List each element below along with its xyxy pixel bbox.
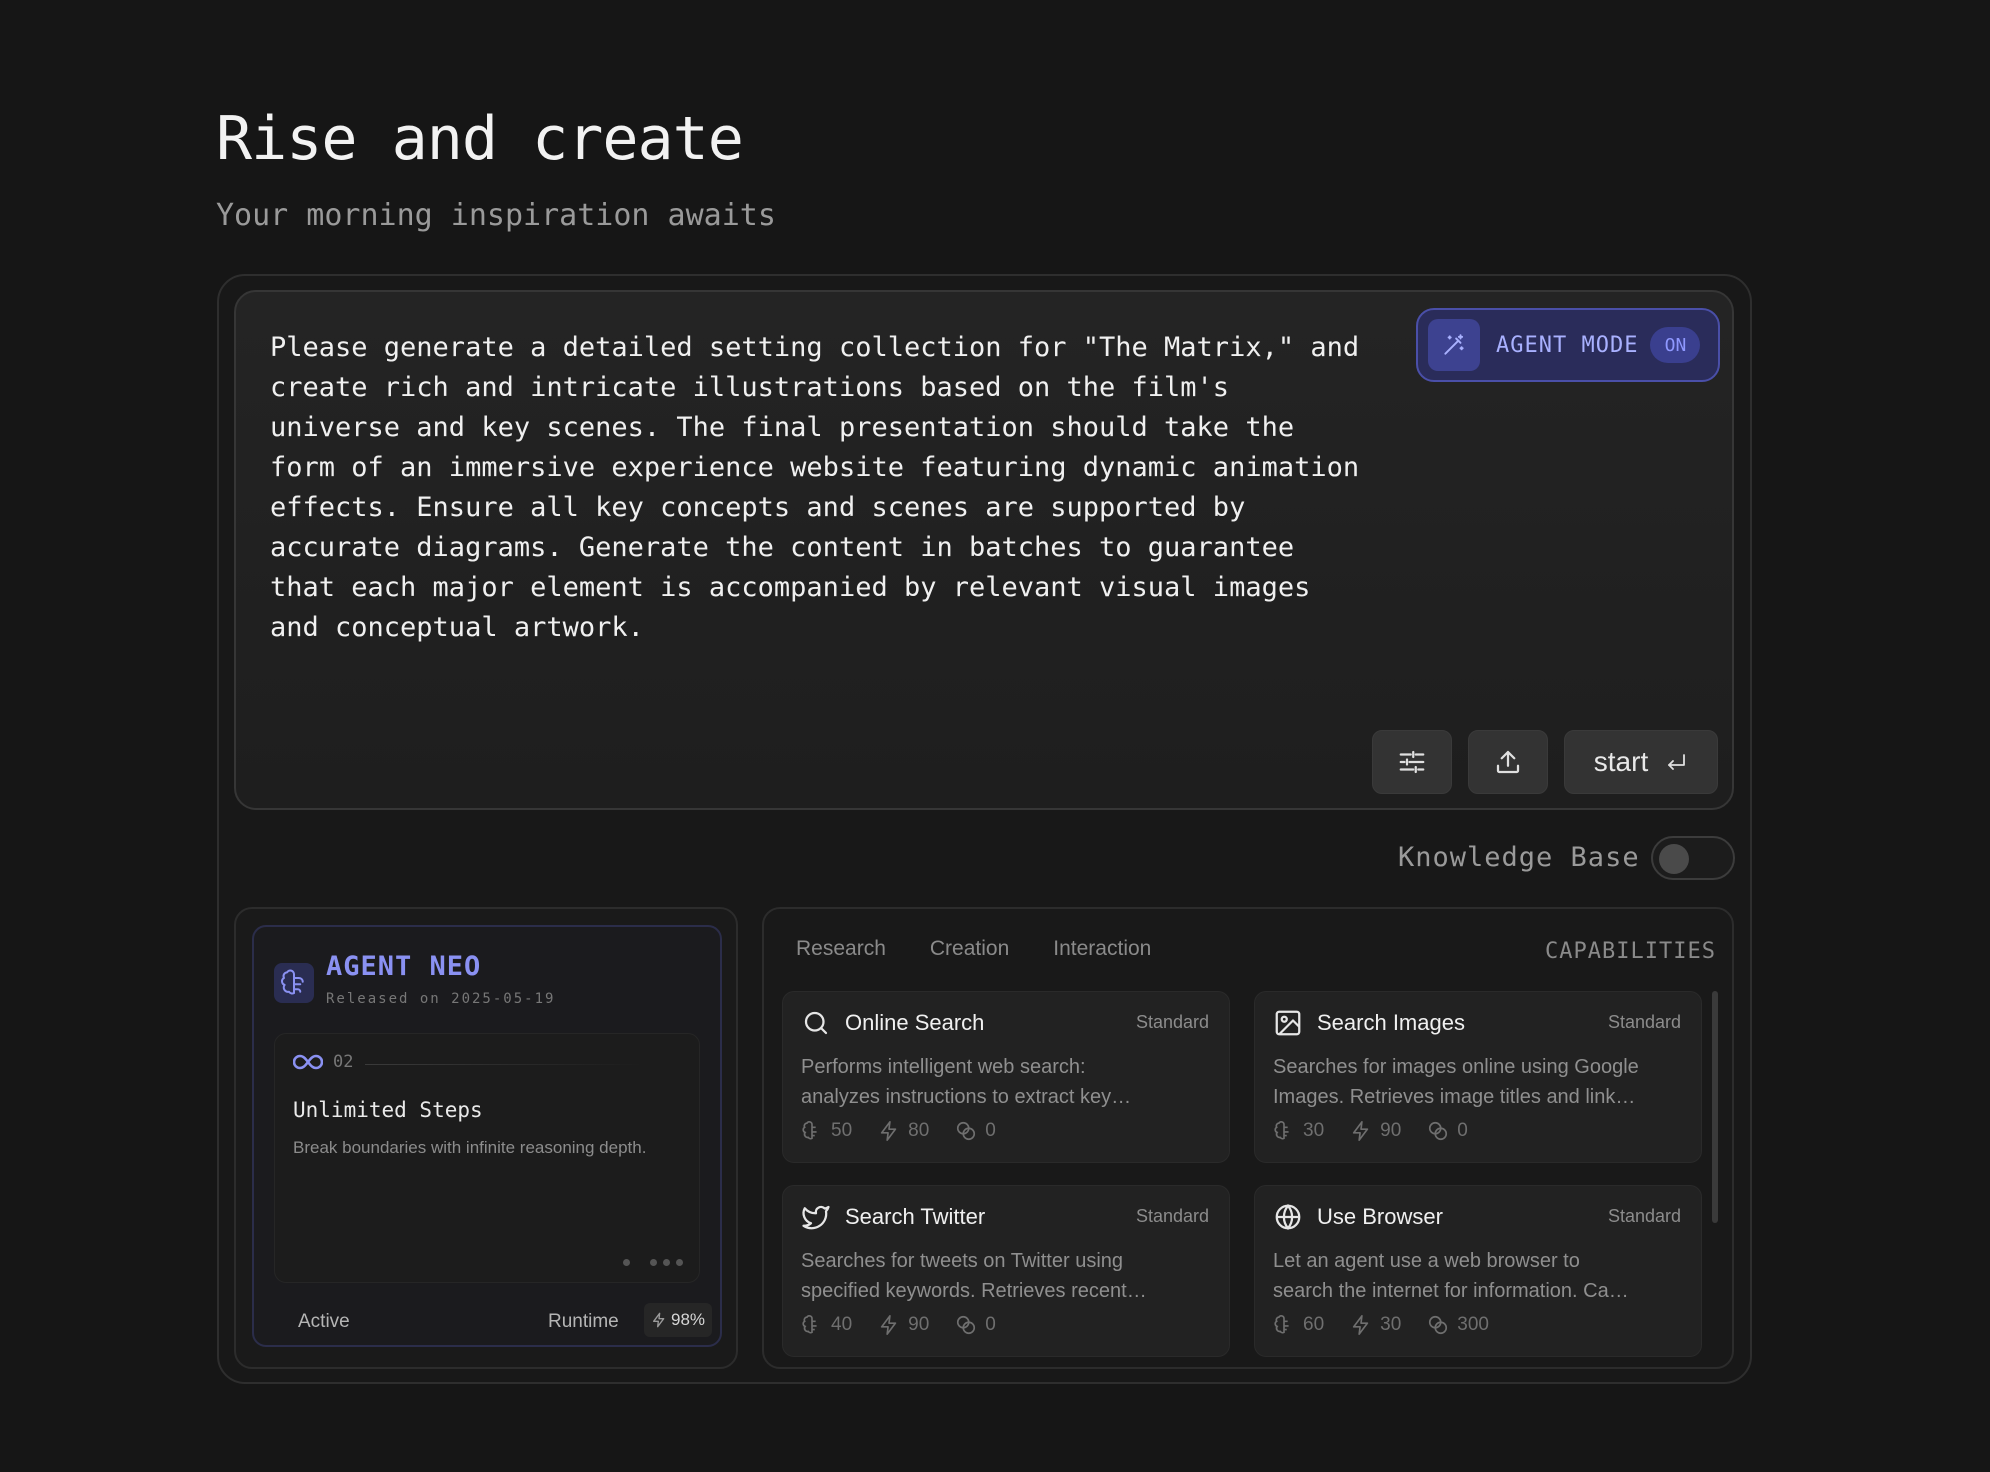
capability-description: Searches for images online using Google … <box>1273 1056 1639 1108</box>
prompt-box[interactable]: Please generate a detailed setting colle… <box>234 290 1734 810</box>
enter-key-icon <box>1668 754 1686 770</box>
page-title: Rise and create <box>216 104 744 174</box>
page-subtitle: Your morning inspiration awaits <box>216 198 776 233</box>
stat-brain: 50 <box>801 1120 852 1142</box>
infinity-icon <box>293 1054 323 1070</box>
agent-mode-label: AGENT MODE <box>1496 332 1639 358</box>
lightning-icon <box>1352 1121 1369 1141</box>
magic-wand-icon <box>1428 319 1480 371</box>
stat-lightning: 80 <box>878 1120 929 1142</box>
divider <box>365 1064 645 1065</box>
agent-mode-toggle[interactable]: AGENT MODE ON <box>1416 308 1720 382</box>
lightning-icon <box>880 1121 897 1141</box>
feature-number: 02 <box>333 1052 354 1072</box>
scrollbar[interactable] <box>1712 991 1718 1223</box>
upload-button[interactable] <box>1468 730 1548 794</box>
capability-card-online-search[interactable]: Online Search Standard Performs intellig… <box>782 991 1230 1163</box>
capability-card-search-twitter[interactable]: Search Twitter Standard Searches for twe… <box>782 1185 1230 1357</box>
settings-button[interactable] <box>1372 730 1452 794</box>
start-button[interactable]: start <box>1564 730 1718 794</box>
agent-name: AGENT NEO <box>326 951 482 982</box>
tab-research[interactable]: Research <box>796 937 886 961</box>
stat-brain: 60 <box>1273 1314 1324 1336</box>
search-icon <box>804 1011 828 1035</box>
capability-tabs: Research Creation Interaction <box>796 937 1151 961</box>
agent-mode-state: ON <box>1650 327 1701 363</box>
image-icon <box>1275 1010 1301 1036</box>
capability-title: Search Twitter <box>845 1204 986 1229</box>
carousel-dot[interactable] <box>663 1259 670 1266</box>
stat-brain: 30 <box>1273 1120 1324 1142</box>
stat-coins: 0 <box>1427 1120 1468 1142</box>
globe-icon <box>1275 1203 1301 1231</box>
toggle-knob <box>1659 844 1689 874</box>
twitter-icon <box>802 1205 830 1230</box>
carousel-dot[interactable] <box>623 1259 630 1266</box>
feature-title: Unlimited Steps <box>293 1098 483 1122</box>
stat-coins: 0 <box>955 1120 996 1142</box>
coins-icon <box>957 1315 976 1335</box>
brain-icon <box>1274 1121 1289 1140</box>
upload-icon <box>1496 750 1520 774</box>
stat-coins: 300 <box>1427 1314 1489 1336</box>
runtime-label: Runtime <box>548 1311 619 1332</box>
capability-card-search-images[interactable]: Search Images Standard Searches for imag… <box>1254 991 1702 1163</box>
runtime-badge: 98% <box>644 1303 712 1337</box>
agent-panel: AGENT NEO Released on 2025-05-19 02 Unli… <box>234 907 738 1369</box>
capability-description: Let an agent use a web browser to search… <box>1273 1250 1629 1302</box>
knowledge-base-toggle[interactable] <box>1651 836 1735 880</box>
agent-status: Active <box>298 1311 350 1332</box>
capability-description: Performs intelligent web search: analyze… <box>801 1056 1132 1108</box>
runtime-value: 98% <box>670 1310 706 1329</box>
capability-title: Search Images <box>1317 1010 1465 1035</box>
lightning-icon <box>880 1315 897 1335</box>
carousel-dot[interactable] <box>650 1259 657 1266</box>
capabilities-heading: CAPABILITIES <box>1545 939 1716 964</box>
stat-lightning: 90 <box>878 1314 929 1336</box>
stat-lightning: 90 <box>1350 1120 1401 1142</box>
capabilities-panel: Research Creation Interaction CAPABILITI… <box>762 907 1734 1369</box>
tab-creation[interactable]: Creation <box>930 937 1009 961</box>
capability-title: Use Browser <box>1317 1204 1443 1229</box>
brain-icon <box>1274 1315 1289 1334</box>
capability-tier: Standard <box>1135 1012 1209 1032</box>
capability-tier: Standard <box>1607 1206 1681 1226</box>
brain-icon <box>802 1121 817 1140</box>
tab-interaction[interactable]: Interaction <box>1053 937 1151 961</box>
stat-coins: 0 <box>955 1314 996 1336</box>
sliders-icon <box>1399 750 1425 774</box>
carousel-dots[interactable] <box>623 1259 683 1266</box>
coins-icon <box>1429 1121 1448 1141</box>
capability-card-use-browser[interactable]: Use Browser Standard Let an agent use a … <box>1254 1185 1702 1357</box>
lightning-icon <box>1352 1315 1369 1335</box>
brain-icon <box>274 963 314 1003</box>
capability-title: Online Search <box>845 1010 985 1035</box>
coins-icon <box>957 1121 976 1141</box>
prompt-input[interactable]: Please generate a detailed setting colle… <box>270 328 1390 648</box>
brain-icon <box>802 1315 817 1334</box>
stat-brain: 40 <box>801 1314 852 1336</box>
coins-icon <box>1429 1315 1448 1335</box>
capability-tier: Standard <box>1607 1012 1681 1032</box>
carousel-dot[interactable] <box>676 1259 683 1266</box>
start-label: start <box>1593 746 1649 777</box>
feature-card: 02 Unlimited Steps Break boundaries with… <box>274 1033 700 1283</box>
stat-lightning: 30 <box>1350 1314 1401 1336</box>
capability-description: Searches for tweets on Twitter using spe… <box>801 1250 1147 1302</box>
capability-tier: Standard <box>1135 1206 1209 1226</box>
feature-description: Break boundaries with infinite reasoning… <box>293 1138 647 1157</box>
knowledge-base-label: Knowledge Base <box>1398 842 1640 873</box>
agent-card[interactable]: AGENT NEO Released on 2025-05-19 02 Unli… <box>252 925 722 1347</box>
agent-release-date: Released on 2025-05-19 <box>326 991 556 1007</box>
lightning-icon <box>652 1312 665 1328</box>
